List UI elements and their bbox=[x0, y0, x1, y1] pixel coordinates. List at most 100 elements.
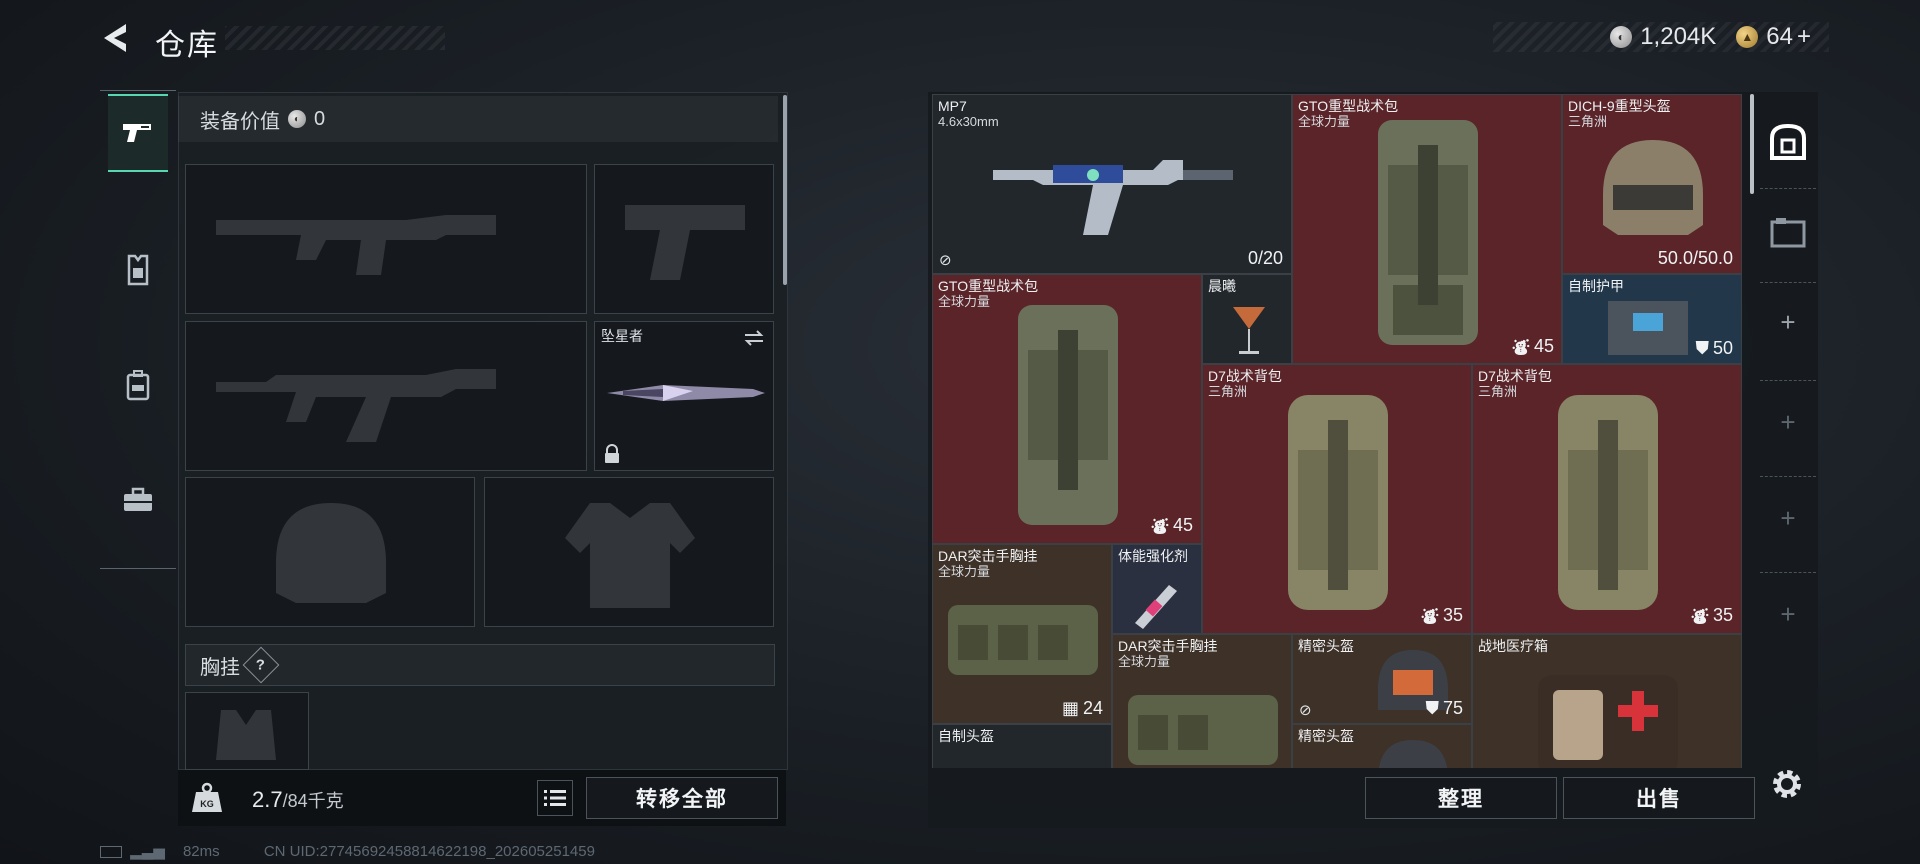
storage-item-dich9-helmet[interactable]: DICH-9重型头盔 三角洲 50.0/50.0 bbox=[1562, 94, 1742, 274]
rifle-silhouette-icon bbox=[216, 369, 496, 442]
add-gold-button[interactable]: + bbox=[1797, 23, 1811, 51]
loadout-scrollbar[interactable] bbox=[783, 95, 787, 285]
capacity-icon: ⛇ bbox=[1690, 607, 1709, 627]
loadout-category-rail bbox=[100, 90, 176, 570]
storage-item-d7-backpack[interactable]: D7战术背包 三角洲 ⛇ 35 bbox=[1202, 364, 1472, 634]
capacity: ▦ 24 bbox=[1061, 698, 1103, 718]
carry-weight: 2.7/84千克 bbox=[252, 787, 344, 813]
storage-item-dar-chest-rig[interactable]: DAR突击手胸挂 全球力量 bbox=[1112, 634, 1292, 768]
battery-icon bbox=[100, 846, 122, 859]
chest-rig-icon bbox=[948, 605, 1098, 675]
weapon-category-tab[interactable] bbox=[108, 94, 168, 172]
capacity: ⛇ 35 bbox=[1691, 602, 1733, 629]
back-arrow-icon[interactable] bbox=[96, 18, 136, 58]
storage-item-gto-backpack[interactable]: GTO重型战术包 全球力量 ⛇ 45 bbox=[932, 274, 1202, 544]
item-name: 精密头盔 bbox=[1298, 728, 1354, 744]
currency-bar: ◐ 1,204K ▲ 64 + bbox=[1493, 22, 1829, 52]
tab-separator bbox=[1760, 282, 1816, 284]
swap-arrows-icon[interactable] bbox=[743, 328, 765, 348]
add-storage-tab[interactable]: + bbox=[1766, 496, 1810, 540]
add-storage-tab[interactable]: + bbox=[1766, 592, 1810, 636]
vault-icon bbox=[1770, 123, 1806, 160]
storage-item-stim[interactable]: 体能强化剂 bbox=[1112, 544, 1202, 634]
armor-category-tab[interactable] bbox=[108, 240, 168, 300]
item-name: 体能强化剂 bbox=[1118, 548, 1188, 564]
armor-value: ⛊ 50 bbox=[1695, 338, 1733, 358]
gear-icon[interactable] bbox=[1767, 764, 1807, 804]
uid-text: CN UID:27745692458814622198_202605251459 bbox=[263, 843, 595, 860]
storage-item-dar-chest-rig[interactable]: DAR突击手胸挂 全球力量 ▦ 24 bbox=[932, 544, 1112, 724]
item-name: 自制护甲 bbox=[1568, 278, 1624, 294]
storage-item-homemade-helmet[interactable]: 自制头盔 bbox=[932, 724, 1112, 768]
transfer-all-button[interactable]: 转移全部 bbox=[586, 777, 778, 819]
melee-slot[interactable]: 坠星者 bbox=[594, 321, 774, 471]
storage-tab-2[interactable] bbox=[1766, 210, 1810, 254]
tab-separator bbox=[1760, 188, 1816, 190]
page-title: 仓库 bbox=[155, 29, 219, 62]
storage-item-gto-backpack[interactable]: GTO重型战术包 全球力量 bbox=[1292, 94, 1562, 364]
storage-scrollbar[interactable] bbox=[1750, 94, 1754, 194]
weight-current: 2.7 bbox=[252, 787, 283, 812]
helmet-slot[interactable] bbox=[185, 477, 475, 627]
sidearm-slot[interactable] bbox=[594, 164, 774, 314]
capacity: ⛇ 35 bbox=[1421, 602, 1463, 629]
item-name: MP7 4.6x30mm bbox=[938, 98, 999, 129]
sort-button[interactable]: 整理 bbox=[1365, 777, 1557, 819]
capacity-icon: ⛇ bbox=[1420, 607, 1439, 627]
chest-rig-label: 胸挂 bbox=[200, 656, 240, 679]
chest-rig-slot[interactable] bbox=[185, 692, 309, 770]
storage-item-cocktail[interactable]: 晨曦 bbox=[1202, 274, 1292, 364]
ping-value: 82ms bbox=[182, 843, 220, 860]
syringe-icon bbox=[1135, 585, 1177, 629]
status-line: ▂▃▅ 82ms CN UID:27745692458814622198_202… bbox=[100, 842, 595, 860]
storage-box-icon bbox=[1770, 218, 1806, 248]
storage-item-precision-helmet[interactable]: 精密头盔 ⊘ ⛊ 75 bbox=[1292, 634, 1472, 724]
signal-icon: ▂▃▅ bbox=[130, 843, 165, 860]
chest-rig-silhouette-icon bbox=[216, 710, 276, 760]
lock-icon bbox=[605, 444, 619, 463]
grid-capacity-icon: ▦ bbox=[1061, 698, 1079, 718]
item-name: 自制头盔 bbox=[938, 728, 994, 744]
smg-icon bbox=[993, 160, 1233, 235]
case-category-tab[interactable] bbox=[108, 470, 168, 530]
no-ammo-icon: ⊘ bbox=[939, 252, 952, 269]
help-icon[interactable]: ? bbox=[242, 646, 280, 684]
gold-coin-icon: ▲ bbox=[1736, 26, 1759, 48]
storage-item-d7-backpack[interactable]: D7战术背包 三角洲 ⛇ 35 bbox=[1472, 364, 1742, 634]
silver-coin-icon: ◐ bbox=[1610, 26, 1633, 48]
weight-max: /84千克 bbox=[282, 791, 344, 811]
weight-kg-icon: KG bbox=[192, 782, 222, 812]
list-view-button[interactable] bbox=[537, 780, 573, 816]
storage-item-homemade-armor[interactable]: 自制护甲 ⛊ 50 bbox=[1562, 274, 1742, 364]
storage-item-mp7[interactable]: MP7 4.6x30mm ⊘ 0/20 bbox=[932, 94, 1292, 274]
armor-vest-icon bbox=[127, 254, 149, 286]
tab-separator bbox=[1760, 572, 1816, 574]
pistol-silhouette-icon bbox=[625, 205, 745, 280]
sell-button[interactable]: 出售 bbox=[1563, 777, 1755, 819]
karambit-knife-icon bbox=[607, 385, 765, 401]
backpack-icon bbox=[1018, 305, 1118, 525]
cocktail-glass-icon bbox=[1233, 307, 1265, 354]
storage-tab-main[interactable] bbox=[1766, 120, 1810, 164]
storage-item-field-medkit[interactable]: 战地医疗箱 bbox=[1472, 634, 1742, 768]
add-storage-tab[interactable]: + bbox=[1766, 400, 1810, 444]
item-name: D7战术背包 三角洲 bbox=[1208, 368, 1282, 399]
durability: 50.0/50.0 bbox=[1657, 248, 1733, 268]
add-storage-tab[interactable]: + bbox=[1766, 300, 1810, 344]
no-ammo-icon: ⊘ bbox=[1299, 702, 1312, 719]
capacity: ⛇ 45 bbox=[1151, 512, 1193, 539]
storage-item-precision-helmet[interactable]: 精密头盔 bbox=[1292, 724, 1472, 768]
ammo-count: 0/20 bbox=[1247, 248, 1283, 268]
shield-icon: ⛊ bbox=[1695, 338, 1709, 358]
rifle-silhouette-icon bbox=[216, 215, 496, 275]
tab-separator bbox=[1760, 476, 1816, 478]
backpack-category-tab[interactable] bbox=[108, 355, 168, 415]
primary-weapon-slot-1[interactable] bbox=[185, 164, 587, 314]
silver-coin-icon: ◐ bbox=[288, 110, 306, 128]
body-armor-slot[interactable] bbox=[484, 477, 774, 627]
tab-separator bbox=[1760, 380, 1816, 382]
item-name: DICH-9重型头盔 三角洲 bbox=[1568, 98, 1671, 129]
rail-top-divider bbox=[100, 90, 176, 91]
primary-weapon-slot-2[interactable] bbox=[185, 321, 587, 471]
equip-value-label: 装备价值 bbox=[200, 110, 280, 133]
